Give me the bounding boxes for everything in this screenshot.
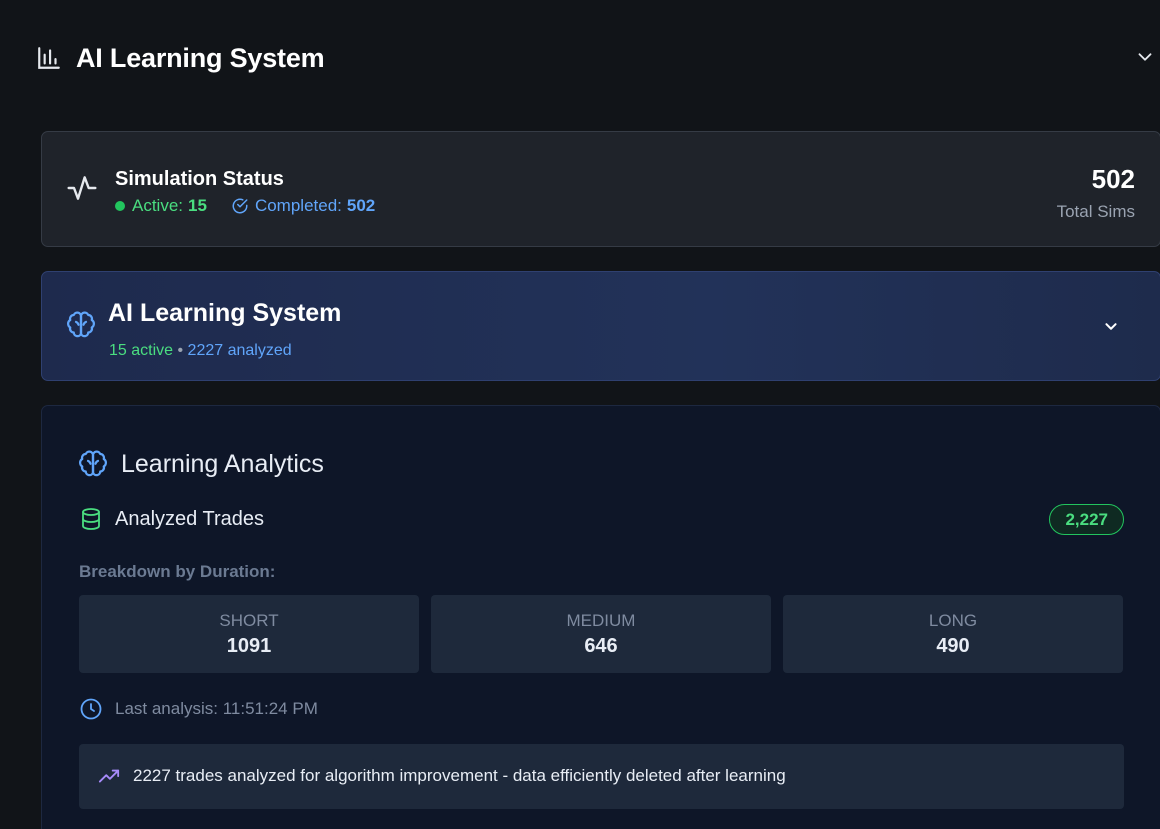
duration-label: MEDIUM <box>566 610 636 630</box>
active-dot-icon <box>115 201 125 211</box>
ai-learning-toggle[interactable]: AI Learning System 15 active • 2227 anal… <box>41 271 1160 381</box>
ai-learning-subtitle: 15 active • 2227 analyzed <box>109 342 292 360</box>
learning-analytics-title: Learning Analytics <box>121 450 324 478</box>
ai-learning-title: AI Learning System <box>108 299 342 327</box>
total-sims-label: Total Sims <box>1056 202 1135 221</box>
completed-group: Completed: 502 <box>231 196 375 216</box>
simulation-status-card: Simulation Status Active: 15 Completed: … <box>41 131 1160 247</box>
duration-card-long: LONG 490 <box>783 595 1123 673</box>
clock-icon <box>80 698 102 720</box>
check-circle-icon <box>232 198 248 214</box>
ai-analyzed-count: 2227 analyzed <box>187 342 292 359</box>
learning-analytics-panel: Learning Analytics Analyzed Trades 2,227… <box>41 405 1160 829</box>
duration-card-short: SHORT 1091 <box>79 595 419 673</box>
breakdown-title: Breakdown by Duration: <box>79 562 276 581</box>
duration-label: SHORT <box>219 610 279 630</box>
duration-breakdown: SHORT 1091 MEDIUM 646 LONG 490 <box>79 595 1123 673</box>
page-header: AI Learning System <box>36 38 1160 78</box>
completed-label: Completed: <box>254 196 342 215</box>
trending-up-icon <box>98 769 120 783</box>
active-value: 15 <box>188 196 207 215</box>
simulation-status-title: Simulation Status <box>115 168 284 190</box>
chevron-down-icon[interactable] <box>1134 46 1156 68</box>
page: AI Learning System Simulation Status Act… <box>0 0 1160 829</box>
active-label: Active: <box>132 196 184 215</box>
brain-icon <box>79 450 107 477</box>
total-sims-value: 502 <box>1091 164 1135 194</box>
activity-pulse-icon <box>67 176 97 200</box>
completed-value: 502 <box>346 196 376 215</box>
simulation-status-line: Active: 15 Completed: 502 <box>115 196 375 216</box>
duration-value: 490 <box>936 634 970 657</box>
ai-separator: • <box>173 342 188 359</box>
ai-active-count: 15 active <box>109 342 174 359</box>
duration-label: LONG <box>928 610 978 630</box>
learning-info-box: 2227 trades analyzed for algorithm impro… <box>79 744 1124 809</box>
database-icon <box>82 508 100 530</box>
duration-value: 1091 <box>226 634 272 657</box>
chevron-down-icon[interactable] <box>1100 315 1122 337</box>
analyzed-trades-badge: 2,227 <box>1049 504 1124 535</box>
learning-info-text: 2227 trades analyzed for algorithm impro… <box>133 766 786 785</box>
duration-value: 646 <box>584 634 618 657</box>
duration-card-medium: MEDIUM 646 <box>431 595 771 673</box>
brain-icon <box>67 311 95 338</box>
page-title: AI Learning System <box>76 42 325 73</box>
last-analysis-time: Last analysis: 11:51:24 PM <box>115 699 318 718</box>
bar-chart-icon <box>38 47 60 69</box>
analyzed-trades-label: Analyzed Trades <box>115 508 264 530</box>
